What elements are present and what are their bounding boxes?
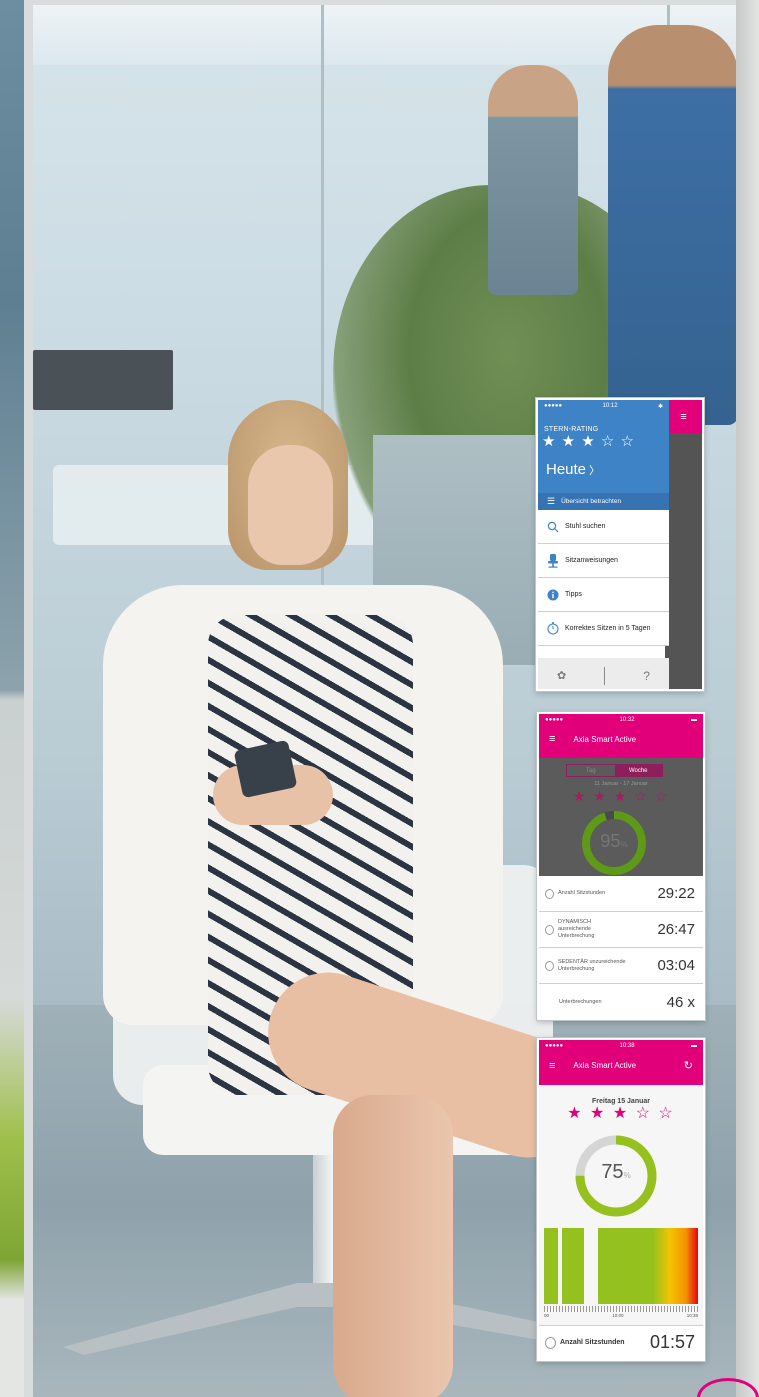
today-link[interactable]: Heute 〉	[538, 451, 669, 478]
day-summary: Freitag 15 Januar ★ ★ ★ ☆ ☆ 75% 00 10:00…	[539, 1085, 703, 1325]
stat-row-sitting-hours: Anzahl Sitzstunden 29:22	[539, 876, 703, 912]
menu-item-label: Tipps	[565, 591, 582, 598]
hamburger-icon[interactable]: ≡	[549, 1060, 555, 1072]
sitting-hours-row: Anzahl Sitzstunden 01:57	[539, 1325, 703, 1359]
status-bar: ●●●●● 10:38 ▬	[539, 1040, 703, 1052]
tab-week[interactable]: Woche	[614, 765, 662, 776]
timer-icon	[545, 888, 554, 899]
status-bar: ●●●●● 10:32 ▬	[539, 714, 703, 726]
timer-icon	[545, 924, 554, 935]
search-icon	[547, 521, 559, 532]
woman-face	[248, 445, 333, 565]
info-icon	[547, 589, 559, 600]
progress-percent: 75%	[601, 1161, 631, 1183]
hamburger-icon: ≡	[680, 410, 687, 423]
background-strip-left	[0, 0, 24, 1397]
chevron-right-icon: 〉	[589, 464, 601, 477]
signal-indicator: ●●●●●	[544, 403, 563, 409]
star-rating: ★ ★ ★ ☆ ☆	[542, 433, 635, 450]
app-title: Axia Smart Active	[573, 1061, 637, 1070]
side-panel	[665, 400, 702, 689]
woman-leg	[333, 1095, 453, 1397]
timer-icon	[547, 622, 559, 635]
stat-label: SEDENTÄR unzureichende Unterbrechung	[558, 958, 626, 972]
menu-item-label: Sitzanweisungen	[565, 557, 618, 564]
person-background	[608, 25, 736, 425]
footer-divider	[604, 666, 606, 685]
person-background	[488, 65, 578, 295]
timeline-block	[544, 1228, 558, 1304]
timeline-block	[562, 1228, 584, 1304]
stat-value: 46 x	[666, 993, 695, 1011]
day-stats-screen: ●●●●● 10:38 ▬ ≡ Axia Smart Active ↻ Frei…	[537, 1038, 705, 1361]
tick-label: 10:00	[612, 1313, 624, 1318]
page: ≡ ●●●●● 10:12 ✱ STERN-RATING ★ ★ ★ ☆ ☆ H…	[0, 0, 759, 1397]
menu-drawer: ●●●●● 10:12 ✱ STERN-RATING ★ ★ ★ ☆ ☆ Heu…	[538, 400, 669, 689]
stat-value: 03:04	[657, 957, 695, 974]
app-header: ●●●●● 10:32 ▬ ≡ Axia Smart Active	[539, 714, 703, 758]
star-rating: ★ ★ ★ ☆ ☆	[572, 788, 670, 804]
rating-header: ●●●●● 10:12 ✱ STERN-RATING ★ ★ ★ ☆ ☆ Heu…	[538, 400, 669, 510]
timer-icon	[545, 1336, 556, 1349]
chair-icon	[548, 553, 558, 568]
timeline-ticks: 00 10:00 10:38	[544, 1313, 698, 1318]
rating-label: STERN-RATING	[544, 426, 599, 433]
menu-item-label: Stuhl suchen	[565, 523, 606, 530]
period-toggle: Tag Woche	[566, 764, 663, 777]
signal-indicator: ●●●●●	[545, 717, 564, 723]
tick-label: 00	[544, 1313, 550, 1318]
app-menu-screen: ≡ ●●●●● 10:12 ✱ STERN-RATING ★ ★ ★ ☆ ☆ H…	[536, 398, 704, 691]
desk	[33, 350, 173, 410]
tab-day[interactable]: Tag	[567, 765, 615, 776]
menu-item-seating-instructions[interactable]: Sitzanweisungen	[538, 544, 669, 578]
status-time: 10:38	[619, 1043, 635, 1049]
day-date: Freitag 15 Januar	[592, 1098, 650, 1105]
progress-percent: 95%	[600, 831, 628, 851]
timeline-axis	[544, 1306, 698, 1312]
stat-label: Unterbrechungen	[559, 998, 602, 1005]
timer-icon	[545, 960, 554, 971]
week-summary: Tag Woche 11 Januar - 17 Januar ★ ★ ★ ☆ …	[539, 758, 703, 876]
list-icon: ☰	[547, 496, 556, 506]
help-button[interactable]: ?	[643, 669, 650, 683]
app-title: Axia Smart Active	[573, 734, 637, 744]
stat-row-sedentary: SEDENTÄR unzureichende Unterbrechung 03:…	[539, 948, 703, 984]
stat-row-interruptions: Unterbrechungen 46 x	[539, 984, 703, 1018]
settings-gear-icon[interactable]: ✿	[557, 669, 566, 682]
stat-value: 26:47	[657, 921, 695, 938]
stat-label: DYNAMISCH ausreichende Unterbrechung	[558, 919, 595, 939]
timeline-block	[598, 1228, 698, 1304]
background-strip-right	[736, 0, 759, 1397]
date-range: 11 Januar - 17 Januar	[594, 781, 648, 787]
stat-row-dynamic: DYNAMISCH ausreichende Unterbrechung 26:…	[539, 912, 703, 948]
stat-value: 01:57	[649, 1332, 695, 1352]
sitting-timeline	[544, 1228, 698, 1304]
menu-item-correct-sitting[interactable]: Korrektes Sitzen in 5 Tagen	[538, 612, 669, 646]
today-label: Heute	[546, 461, 587, 478]
status-time: 10:32	[619, 717, 635, 723]
refresh-icon[interactable]: ↻	[684, 1059, 693, 1072]
stat-label: Anzahl Sitzstunden	[560, 1339, 625, 1346]
menu-button[interactable]: ≡	[665, 400, 702, 433]
menu-item-tips[interactable]: Tipps	[538, 578, 669, 612]
app-header: ●●●●● 10:38 ▬ ≡ Axia Smart Active ↻	[539, 1040, 703, 1085]
battery-icon: ▬	[690, 717, 697, 723]
menu-item-label: Korrektes Sitzen in 5 Tagen	[565, 625, 651, 632]
week-stats-screen: ●●●●● 10:32 ▬ ≡ Axia Smart Active Tag Wo…	[537, 712, 705, 1020]
bluetooth-icon: ✱	[657, 403, 663, 410]
hamburger-icon[interactable]: ≡	[549, 733, 555, 745]
menu-item-search-chair[interactable]: Stuhl suchen	[538, 510, 669, 544]
signal-indicator: ●●●●●	[545, 1043, 564, 1049]
menu-footer: ✿ ?	[538, 658, 669, 689]
tick-label: 10:38	[686, 1313, 698, 1318]
stat-value: 29:22	[657, 885, 695, 902]
star-rating: ★ ★ ★ ☆ ☆	[567, 1105, 675, 1122]
status-bar: ●●●●● 10:12 ✱	[538, 400, 669, 412]
overview-button[interactable]: ☰ Übersicht betrachten	[538, 493, 669, 510]
status-time: 10:12	[602, 403, 618, 409]
battery-icon: ▬	[690, 1043, 697, 1049]
stat-label: Anzahl Sitzstunden	[558, 890, 606, 896]
overview-label: Übersicht betrachten	[561, 498, 622, 505]
